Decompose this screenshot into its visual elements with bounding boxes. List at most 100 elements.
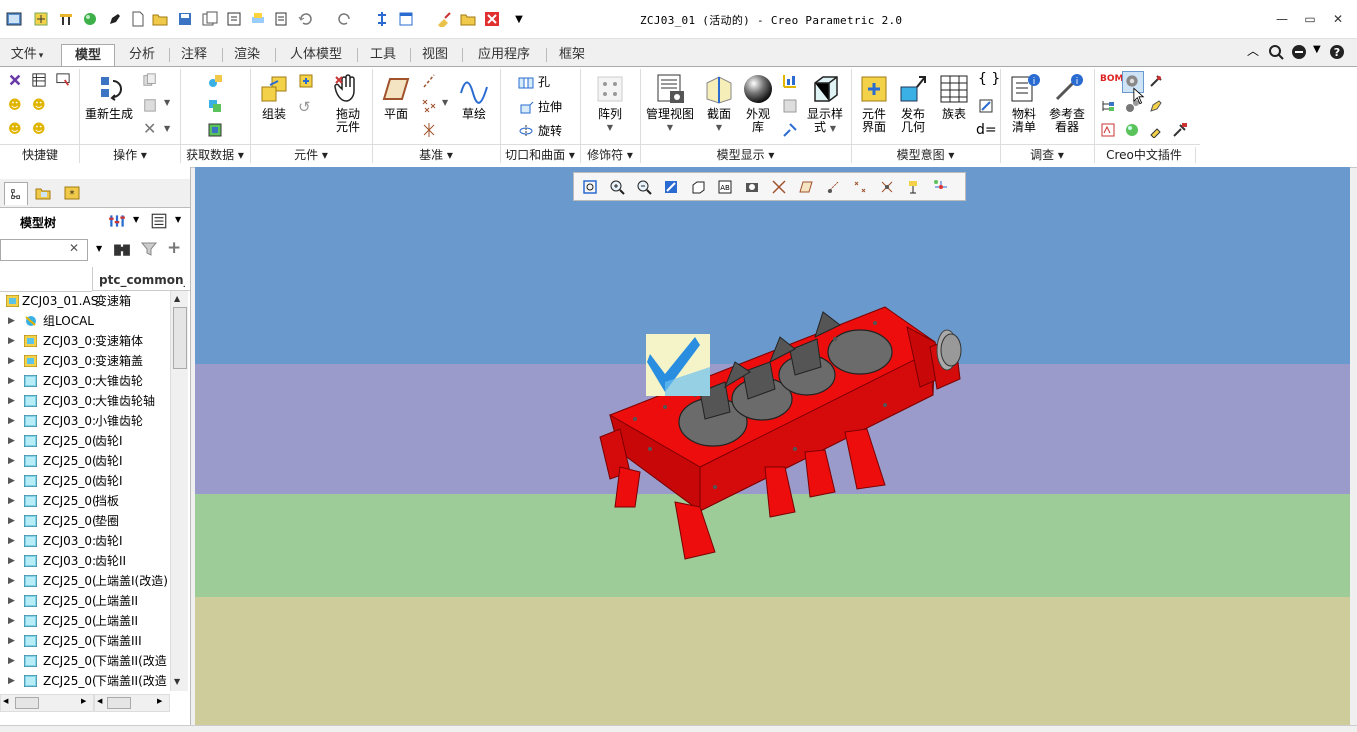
sketch-button[interactable]: 草绘 xyxy=(454,73,494,121)
menu-down-icon[interactable]: ▼ xyxy=(510,10,528,28)
collapse-ribbon-icon[interactable]: ︿ xyxy=(1247,42,1259,59)
regen-icon[interactable] xyxy=(373,10,391,28)
tab-view[interactable]: 视图 xyxy=(414,44,456,65)
print-icon[interactable] xyxy=(249,10,267,28)
plugin-globe-icon[interactable] xyxy=(1124,122,1140,141)
tree-scrollbar[interactable]: ▲ ▼ xyxy=(170,291,188,691)
datum-point-dropdown-icon[interactable]: ▼ xyxy=(442,98,448,107)
tree-item[interactable]: ▶ ZCJ03_0: 齿轮II xyxy=(0,551,170,571)
plugin-tool-icon[interactable] xyxy=(1148,73,1164,92)
help-icon[interactable]: ? xyxy=(1329,44,1345,63)
create-component-icon[interactable] xyxy=(298,73,314,92)
group-cuts-surfaces[interactable]: 切口和曲面 ▾ xyxy=(500,145,580,165)
switch-dimensions-icon[interactable]: { } xyxy=(978,71,1000,87)
point-display-icon[interactable] xyxy=(850,177,870,196)
tree-item[interactable]: ▶ ZCJ25_0(下端盖II(改造 xyxy=(0,671,170,691)
expand-icon[interactable]: ▶ xyxy=(8,371,15,391)
tab-file[interactable]: 文件 ▾ xyxy=(4,44,50,65)
app-icon[interactable] xyxy=(5,10,23,28)
expand-icon[interactable]: ▶ xyxy=(8,431,15,451)
publish-geometry-button[interactable]: 发布 几何 xyxy=(895,73,931,134)
expand-icon[interactable]: ▶ xyxy=(8,311,15,331)
expand-icon[interactable]: ▶ xyxy=(8,391,15,411)
favorites-tab-icon[interactable]: * xyxy=(60,182,84,204)
regenerate-button[interactable]: 重新生成 xyxy=(84,73,134,121)
smiley-icon[interactable]: ☻ xyxy=(8,98,22,113)
drag-components-button[interactable]: 拖动 元件 xyxy=(330,73,366,134)
spin-center-icon[interactable] xyxy=(931,177,951,196)
save-icon[interactable] xyxy=(176,10,194,28)
pen-icon[interactable] xyxy=(106,10,124,28)
save-copy-icon[interactable] xyxy=(201,10,219,28)
brush-icon[interactable] xyxy=(435,10,453,28)
plane-button[interactable]: 平面 xyxy=(378,73,414,121)
tab-model[interactable]: 模型 xyxy=(61,44,115,67)
plane-display-icon[interactable] xyxy=(796,177,816,196)
hole-button[interactable]: 孔 xyxy=(518,73,550,90)
tree-item[interactable]: ▶ ZCJ25_0(齿轮I xyxy=(0,471,170,491)
tree-item[interactable]: ▶ ZCJ25_0(上端盖II xyxy=(0,591,170,611)
close-icon[interactable]: ✕ xyxy=(1328,10,1348,28)
tab-applications[interactable]: 应用程序 xyxy=(467,44,541,65)
delete-dropdown-icon[interactable]: ▼ xyxy=(164,124,170,133)
folder-icon[interactable] xyxy=(459,10,477,28)
component-interface-button[interactable]: 元件 界面 xyxy=(856,73,892,134)
show-icon[interactable] xyxy=(150,212,168,233)
saved-orientation-icon[interactable] xyxy=(688,177,708,196)
tab-manikin[interactable]: 人体模型 xyxy=(280,44,352,65)
expand-icon[interactable]: ▶ xyxy=(8,591,15,611)
extrude-button[interactable]: 拉伸 xyxy=(518,98,562,115)
shrinkwrap-icon[interactable] xyxy=(207,122,223,141)
datum-point-icon[interactable] xyxy=(421,98,437,117)
scroll-right-icon[interactable]: ▶ xyxy=(157,697,162,705)
perspective-icon[interactable] xyxy=(782,98,798,117)
tree-item[interactable]: ▶ ZCJ03_0: 齿轮I xyxy=(0,531,170,551)
scroll-down-icon[interactable]: ▼ xyxy=(174,677,180,686)
tree-item[interactable]: ▶ ZCJ03_0: 大锥齿轮 xyxy=(0,371,170,391)
horizontal-scrollbar-left[interactable]: ◀ ▶ xyxy=(0,694,94,712)
smiley-icon[interactable]: ☻ xyxy=(8,122,22,137)
expand-icon[interactable]: ▶ xyxy=(8,511,15,531)
annotation-display-icon[interactable] xyxy=(904,177,924,196)
repaint-icon[interactable] xyxy=(661,177,681,196)
model-tree-tab-icon[interactable] xyxy=(4,182,28,205)
bom-button[interactable]: i 物料 清单 xyxy=(1006,73,1042,134)
tree-settings-icon[interactable] xyxy=(108,212,126,233)
horizontal-scrollbar-right[interactable]: ◀ ▶ xyxy=(94,694,170,712)
scene-icon[interactable] xyxy=(782,73,798,92)
revolve-button[interactable]: 旋转 xyxy=(518,122,562,139)
display-style-button[interactable]: 显示样 式 ▼ xyxy=(802,73,848,135)
graphics-viewport[interactable]: AB xyxy=(195,167,1350,725)
paste-dropdown-icon[interactable]: ▼ xyxy=(164,98,170,107)
expand-icon[interactable]: ▶ xyxy=(8,331,15,351)
filter-icon[interactable] xyxy=(140,241,158,260)
plugin-pencil-icon[interactable] xyxy=(1148,98,1164,117)
manage-views-button[interactable]: 管理视图 ▼ xyxy=(644,73,696,134)
undo-icon[interactable] xyxy=(297,10,315,28)
expand-icon[interactable]: ▶ xyxy=(8,631,15,651)
repeat-icon[interactable]: ↺ xyxy=(298,98,311,116)
scroll-up-icon[interactable]: ▲ xyxy=(174,294,180,303)
group-investigate[interactable]: 调查 ▾ xyxy=(1000,145,1094,165)
tree-item[interactable]: ▶ ZCJ25_0(下端盖III xyxy=(0,631,170,651)
tab-framework[interactable]: 框架 xyxy=(551,44,593,65)
expand-icon[interactable]: ▶ xyxy=(8,471,15,491)
pattern-button[interactable]: 阵列 ▼ xyxy=(590,73,630,134)
delete-icon[interactable]: ✕ xyxy=(143,121,156,137)
tab-annotate[interactable]: 注释 xyxy=(172,44,216,65)
datum-axis-icon[interactable] xyxy=(421,73,437,92)
windows-icon[interactable] xyxy=(397,10,415,28)
csys-display-icon[interactable] xyxy=(877,177,897,196)
smiley-icon[interactable]: ☻ xyxy=(32,98,46,113)
tree-item[interactable]: ▶ ZCJ25_0(齿轮I xyxy=(0,451,170,471)
open-icon[interactable] xyxy=(151,10,169,28)
copy-geometry-icon[interactable] xyxy=(207,98,223,117)
search-icon[interactable] xyxy=(1268,44,1284,63)
section-button[interactable]: 截面 ▼ xyxy=(702,73,736,134)
community-icon[interactable] xyxy=(1291,44,1307,63)
expand-icon[interactable]: ▶ xyxy=(8,671,15,691)
regenerate-icon[interactable] xyxy=(32,10,50,28)
paste-icon[interactable] xyxy=(143,98,157,112)
tree-item[interactable]: ▶ ZCJ03_0: 大锥齿轮轴 xyxy=(0,391,170,411)
tool-icon[interactable] xyxy=(57,10,75,28)
